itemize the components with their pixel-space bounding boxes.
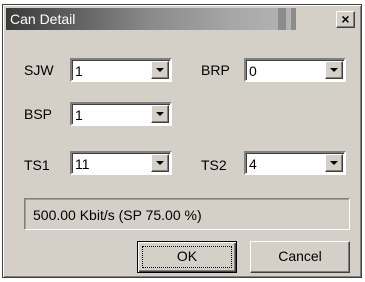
- sjw-label: SJW: [24, 62, 54, 78]
- close-icon: ×: [341, 11, 350, 27]
- chevron-down-icon: [156, 161, 164, 165]
- bsp-dropdown[interactable]: 1: [70, 102, 172, 126]
- focus-rectangle: [142, 246, 232, 268]
- brp-value: 0: [249, 63, 257, 79]
- sjw-dropdown-button[interactable]: [151, 61, 169, 79]
- chevron-down-icon: [330, 68, 338, 72]
- ts1-dropdown-button[interactable]: [151, 154, 169, 172]
- sjw-dropdown[interactable]: 1: [70, 58, 172, 82]
- title-bar-stripe: [278, 8, 286, 30]
- ts1-dropdown[interactable]: 11: [70, 151, 172, 175]
- brp-dropdown-button[interactable]: [325, 61, 343, 79]
- chevron-down-icon: [156, 112, 164, 116]
- brp-dropdown[interactable]: 0: [244, 58, 346, 82]
- cancel-button[interactable]: Cancel: [250, 241, 350, 273]
- ts1-label: TS1: [24, 157, 50, 173]
- bsp-label: BSP: [24, 106, 53, 122]
- ts2-dropdown-button[interactable]: [325, 154, 343, 172]
- title-bar-stripe: [291, 8, 296, 30]
- bsp-dropdown-button[interactable]: [151, 105, 169, 123]
- title-bar[interactable]: Can Detail ×: [6, 8, 358, 30]
- can-detail-dialog: Can Detail × SJW 1 BRP 0 BSP 1 TS1 11 TS…: [2, 4, 362, 278]
- bitrate-status-box: 500.00 Kbit/s (SP 75.00 %): [24, 198, 350, 230]
- cancel-button-label: Cancel: [278, 248, 322, 264]
- ts2-value: 4: [249, 156, 257, 172]
- brp-label: BRP: [201, 62, 230, 78]
- window-title: Can Detail: [10, 11, 76, 27]
- chevron-down-icon: [330, 161, 338, 165]
- bitrate-status-text: 500.00 Kbit/s (SP 75.00 %): [33, 207, 202, 223]
- ts2-dropdown[interactable]: 4: [244, 151, 346, 175]
- ok-button[interactable]: OK: [137, 241, 237, 273]
- chevron-down-icon: [156, 68, 164, 72]
- ts2-label: TS2: [201, 157, 227, 173]
- close-button[interactable]: ×: [336, 11, 355, 28]
- ts1-value: 11: [75, 156, 90, 172]
- bsp-value: 1: [75, 107, 83, 123]
- sjw-value: 1: [75, 63, 83, 79]
